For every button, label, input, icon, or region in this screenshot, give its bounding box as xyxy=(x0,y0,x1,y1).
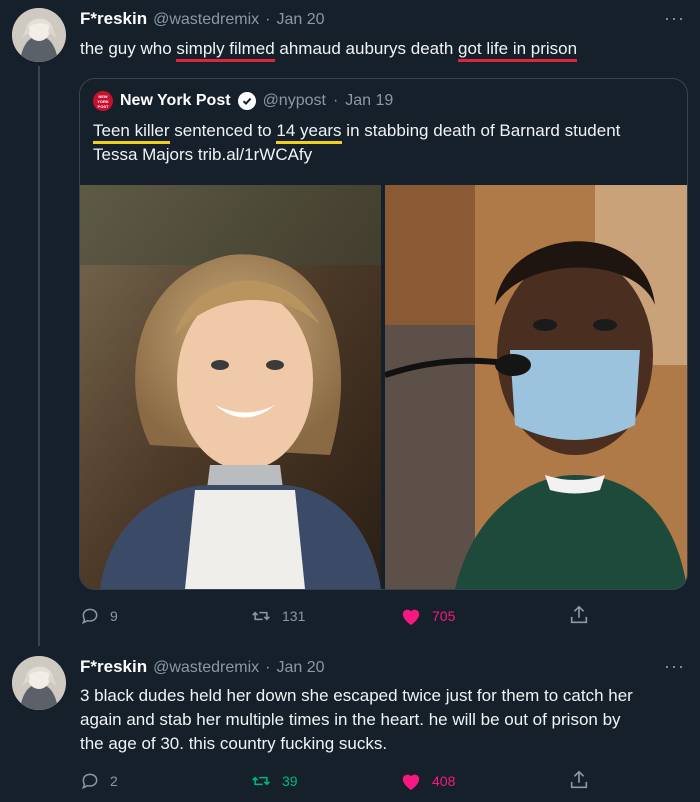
text-part: the guy who xyxy=(80,39,177,58)
more-options-icon[interactable]: ··· xyxy=(664,8,685,29)
quote-display-name: New York Post xyxy=(120,92,231,109)
heart-icon xyxy=(402,774,420,791)
nypost-logo-icon: NEW YORK POST xyxy=(93,91,113,111)
reply-icon xyxy=(81,608,98,625)
text-part: ahmaud auburys death xyxy=(274,39,459,58)
reply-button[interactable]: 9 xyxy=(80,606,118,626)
retweet-count: 131 xyxy=(282,608,306,624)
like-button[interactable]: 705 xyxy=(400,606,455,626)
tweet1-header: F*reskin @wastedremix · Jan 20 xyxy=(80,9,325,29)
annotated-text: Teen killer xyxy=(93,121,170,144)
share-icon xyxy=(570,605,588,624)
reply-count: 9 xyxy=(110,608,118,624)
quote-text: Teen killer sentenced to 14 years in sta… xyxy=(93,119,673,167)
separator-dot: · xyxy=(265,11,271,28)
text-part: sentenced to xyxy=(169,121,277,140)
quote-handle: @nypost xyxy=(262,92,326,109)
tweet-text: the guy who simply filmed ahmaud auburys… xyxy=(80,37,578,62)
handle[interactable]: @wastedremix xyxy=(153,11,259,29)
retweet-count: 39 xyxy=(282,773,298,789)
annotated-text: got life in prison xyxy=(458,39,578,62)
heart-icon xyxy=(402,609,420,626)
text-part: in stabbing death of Barnard student xyxy=(341,121,621,140)
separator-dot: · xyxy=(265,659,271,676)
handle[interactable]: @wastedremix xyxy=(153,659,259,677)
quoted-tweet[interactable]: NEW YORK POST New York Post @nypost · Ja… xyxy=(79,78,688,590)
timestamp[interactable]: Jan 20 xyxy=(276,11,324,29)
reply-icon xyxy=(81,773,98,790)
annotated-text: simply filmed xyxy=(176,39,275,62)
retweet-icon xyxy=(252,776,270,786)
display-name[interactable]: F*reskin xyxy=(80,9,147,29)
text-part: Tessa Majors trib.al/1rWCAfy xyxy=(93,145,313,164)
like-button[interactable]: 408 xyxy=(400,771,455,791)
more-options-icon[interactable]: ··· xyxy=(664,656,685,677)
reply-count: 2 xyxy=(110,773,118,789)
text-line: again and stab her multiple times in the… xyxy=(80,710,621,729)
avatar[interactable] xyxy=(12,8,66,62)
retweet-button[interactable]: 39 xyxy=(250,771,298,791)
victim-photo[interactable] xyxy=(80,185,381,589)
annotated-text: 14 years xyxy=(276,121,342,144)
avatar[interactable] xyxy=(12,656,66,710)
share-button[interactable] xyxy=(568,604,590,626)
verified-badge-icon xyxy=(237,92,256,110)
like-count: 705 xyxy=(432,608,456,624)
tweet-text: 3 black dudes held her down she escaped … xyxy=(80,684,690,756)
timestamp[interactable]: Jan 20 xyxy=(276,659,324,677)
defendant-photo[interactable] xyxy=(385,185,687,589)
text-line: the age of 30. this country fucking suck… xyxy=(80,734,388,753)
like-count: 408 xyxy=(432,773,456,789)
quote-header: NEW YORK POST New York Post @nypost · Ja… xyxy=(93,91,393,111)
display-name[interactable]: F*reskin xyxy=(80,657,147,677)
quote-timestamp: Jan 19 xyxy=(345,92,394,109)
separator-dot: · xyxy=(332,92,339,109)
share-button[interactable] xyxy=(568,769,590,791)
reply-button[interactable]: 2 xyxy=(80,771,118,791)
retweet-icon xyxy=(252,611,270,621)
text-line: 3 black dudes held her down she escaped … xyxy=(80,686,633,705)
share-icon xyxy=(570,770,588,789)
thread-line xyxy=(38,66,40,646)
retweet-button[interactable]: 131 xyxy=(250,606,305,626)
tweet2-header: F*reskin @wastedremix · Jan 20 xyxy=(80,657,325,677)
